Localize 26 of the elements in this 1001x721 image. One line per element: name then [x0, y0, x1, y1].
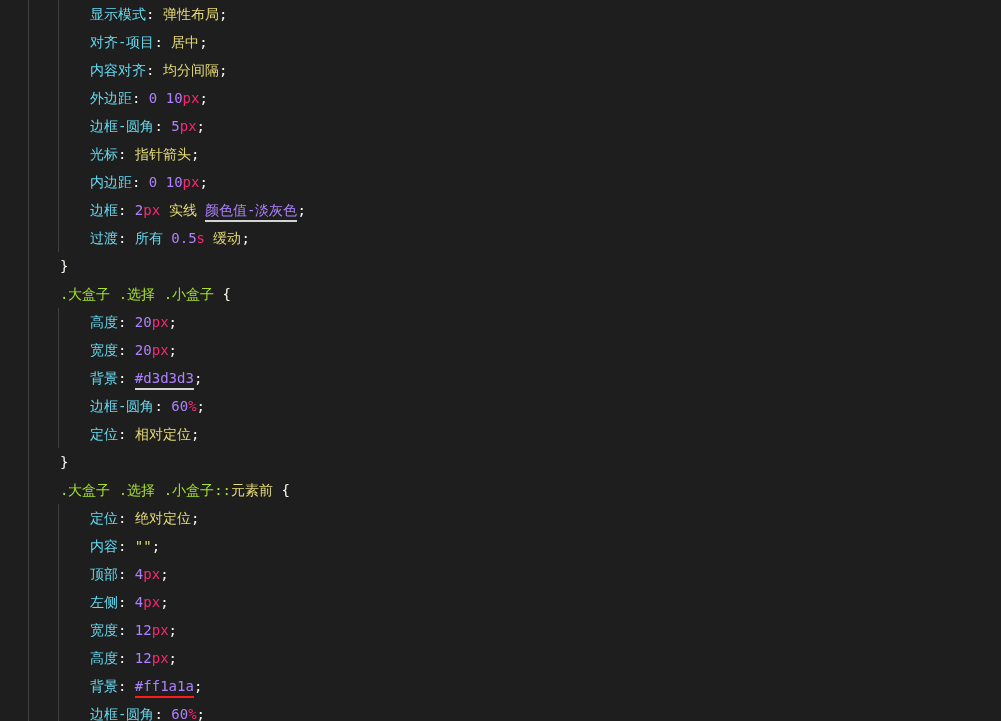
code-line: 内边距: 0 10px;	[90, 173, 208, 192]
code-line: 边框: 2px 实线 颜色值-淡灰色;	[90, 200, 306, 220]
code-line: 背景: #ff1a1a;	[90, 676, 203, 696]
code-line: 过渡: 所有 0.5s 缓动;	[90, 229, 250, 248]
selector-line: .大盒子 .选择 .小盒子 {	[60, 285, 231, 304]
code-line: 边框-圆角: 5px;	[90, 117, 206, 136]
closing-brace: }	[60, 453, 69, 472]
code-line: 光标: 指针箭头;	[90, 145, 200, 164]
code-line: 内容对齐: 均分间隔;	[90, 61, 228, 80]
code-line: 背景: #d3d3d3;	[90, 368, 203, 388]
selector-line: .大盒子 .选择 .小盒子::元素前 {	[60, 481, 290, 500]
code-line: 宽度: 12px;	[90, 621, 178, 640]
code-line: 边框-圆角: 60%;	[90, 705, 206, 721]
code-line: 边框-圆角: 60%;	[90, 397, 206, 416]
code-line: 高度: 12px;	[90, 649, 178, 668]
code-line: 内容: "";	[90, 537, 161, 556]
code-line: 左侧: 4px;	[90, 593, 169, 612]
code-line: 宽度: 20px;	[90, 341, 178, 360]
code-line: 顶部: 4px;	[90, 565, 169, 584]
code-line: 显示模式: 弹性布局;	[90, 5, 228, 24]
closing-brace: }	[60, 257, 69, 276]
code-line: 对齐-项目: 居中;	[90, 33, 208, 52]
code-line: 外边距: 0 10px;	[90, 89, 208, 108]
code-line: 定位: 绝对定位;	[90, 509, 200, 528]
code-line: 定位: 相对定位;	[90, 425, 200, 444]
code-line: 高度: 20px;	[90, 313, 178, 332]
